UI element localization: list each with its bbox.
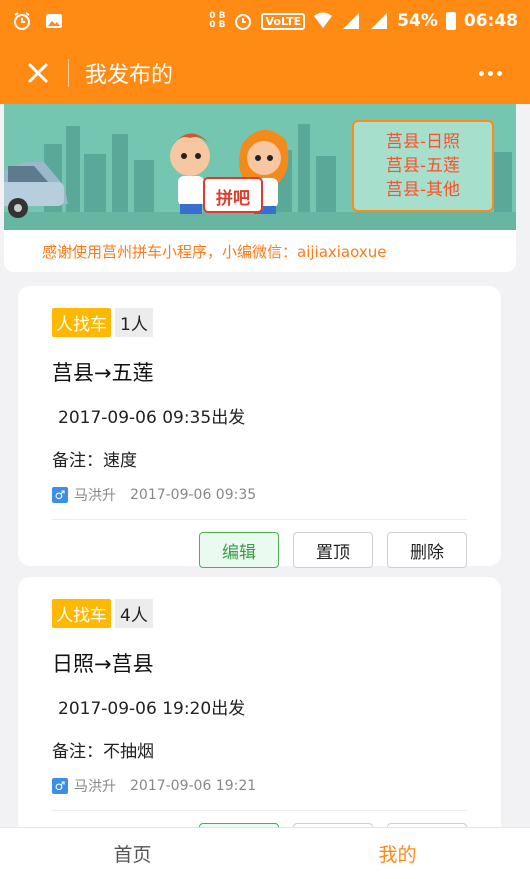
more-dot-icon <box>478 70 484 76</box>
wifi-icon <box>314 12 333 28</box>
seat-count: 4人 <box>115 599 153 628</box>
male-icon: ♂ <box>52 487 68 503</box>
post-route: 莒县→五莲 <box>52 361 154 385</box>
route-item: 莒县-日照 <box>385 132 461 152</box>
title-divider <box>68 59 69 87</box>
post-header: 人找车 4人 <box>52 599 467 628</box>
route-item: 莒县-其他 <box>385 180 461 200</box>
status-right: 0 B 0 B VoLTE 54% 06:48 <box>209 11 518 31</box>
post-route: 日照→莒县 <box>52 652 154 676</box>
post-note: 备注：速度 <box>52 451 137 471</box>
seat-count: 1人 <box>115 308 153 337</box>
male-icon: ♂ <box>52 778 68 794</box>
net-speed: 0 B 0 B <box>209 12 225 30</box>
post-depart-time: 2017-09-06 09:35出发 <box>58 408 246 428</box>
status-bar: 0 B 0 B VoLTE 54% 06:48 <box>0 0 530 42</box>
post-note: 备注：不抽烟 <box>52 742 154 762</box>
post-meta: ♂ 马洪升 2017-09-06 19:21 <box>52 776 467 796</box>
delete-button[interactable]: 删除 <box>387 532 467 568</box>
clock: 06:48 <box>463 11 518 31</box>
close-icon <box>28 63 48 83</box>
title-bar: 我发布的 <box>0 42 530 104</box>
post-type-tag: 人找车 <box>52 599 111 628</box>
banner[interactable]: 拼吧 莒县-日照 莒县-五莲 莒县-其他 <box>4 104 516 230</box>
post-card[interactable]: 人找车 1人 莒县→五莲 2017-09-06 09:35出发 备注：速度 ♂ … <box>18 286 501 568</box>
volte-badge: VoLTE <box>261 12 306 30</box>
post-author: 马洪升 <box>74 779 116 795</box>
post-type-tag: 人找车 <box>52 308 111 337</box>
thanks-notice: 感谢使用莒州拼车小程序，小编微信：aijiaxiaoxue <box>4 230 516 272</box>
edit-button[interactable]: 编辑 <box>199 532 279 568</box>
more-dot-icon <box>487 70 493 76</box>
signal-icon <box>371 13 388 29</box>
divider <box>52 519 467 520</box>
post-author: 马洪升 <box>74 488 116 504</box>
alarm-icon <box>235 14 252 30</box>
tab-mine[interactable]: 我的 <box>265 828 530 879</box>
app-root: 0 B 0 B VoLTE 54% 06:48 我发布的 拼吧 莒县-日照 莒县… <box>0 0 530 879</box>
bottom-tab-bar: 首页 我的 <box>0 827 530 879</box>
close-button[interactable] <box>20 55 56 91</box>
sign-text: 拼吧 <box>216 189 250 209</box>
signal-icon <box>343 13 360 29</box>
battery-percent: 54% <box>397 11 438 31</box>
status-left <box>12 11 64 31</box>
post-time: 2017-09-06 09:35 <box>130 487 257 503</box>
post-meta: ♂ 马洪升 2017-09-06 09:35 <box>52 485 467 505</box>
post-depart-time: 2017-09-06 19:20出发 <box>58 699 246 719</box>
post-header: 人找车 1人 <box>52 308 467 337</box>
more-dot-icon <box>496 70 502 76</box>
more-menu-button[interactable] <box>470 55 510 91</box>
tab-home[interactable]: 首页 <box>0 828 265 879</box>
route-item: 莒县-五莲 <box>385 156 461 176</box>
page-title: 我发布的 <box>85 63 174 88</box>
post-actions: 编辑 置顶 删除 <box>52 532 467 568</box>
image-icon <box>46 14 62 28</box>
net-speed-bottom: 0 B <box>209 20 226 30</box>
route-list-box: 莒县-日照 莒县-五莲 莒县-其他 <box>352 120 494 212</box>
alarm-icon <box>14 12 30 30</box>
divider <box>52 810 467 811</box>
battery-icon <box>445 12 456 30</box>
post-time: 2017-09-06 19:21 <box>130 778 257 794</box>
pin-button[interactable]: 置顶 <box>293 532 373 568</box>
post-card[interactable]: 人找车 4人 日照→莒县 2017-09-06 19:20出发 备注：不抽烟 ♂… <box>18 577 501 859</box>
